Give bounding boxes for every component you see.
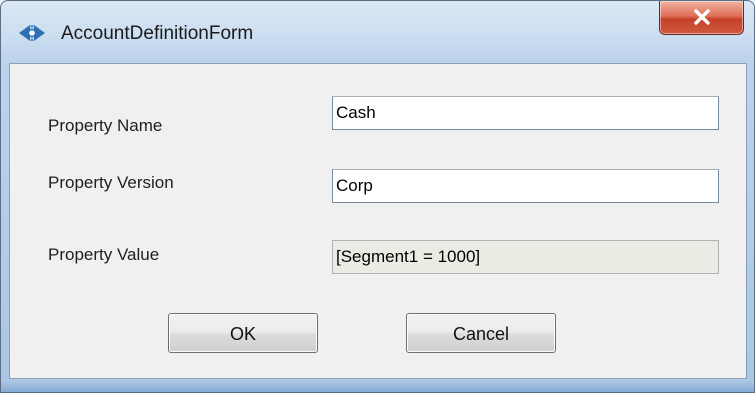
property-name-input[interactable]: Cash — [332, 96, 719, 130]
app-logo-icon — [17, 23, 47, 43]
form-body: Property Name Cash Property Version Corp… — [9, 63, 747, 379]
close-button[interactable] — [659, 1, 744, 35]
property-name-label: Property Name — [48, 116, 163, 135]
dialog-window: AccountDefinitionForm Property Name Cash… — [0, 0, 755, 393]
property-value-label: Property Value — [48, 245, 160, 264]
property-version-label: Property Version — [48, 173, 174, 192]
property-value-field: [Segment1 = 1000] — [332, 240, 719, 274]
cancel-button[interactable]: Cancel — [406, 313, 556, 353]
window-bottom-border — [1, 379, 754, 392]
title-bar[interactable]: AccountDefinitionForm — [1, 1, 754, 63]
window-title: AccountDefinitionForm — [61, 23, 254, 44]
property-version-input[interactable]: Corp — [332, 169, 719, 203]
ok-button[interactable]: OK — [168, 313, 318, 353]
